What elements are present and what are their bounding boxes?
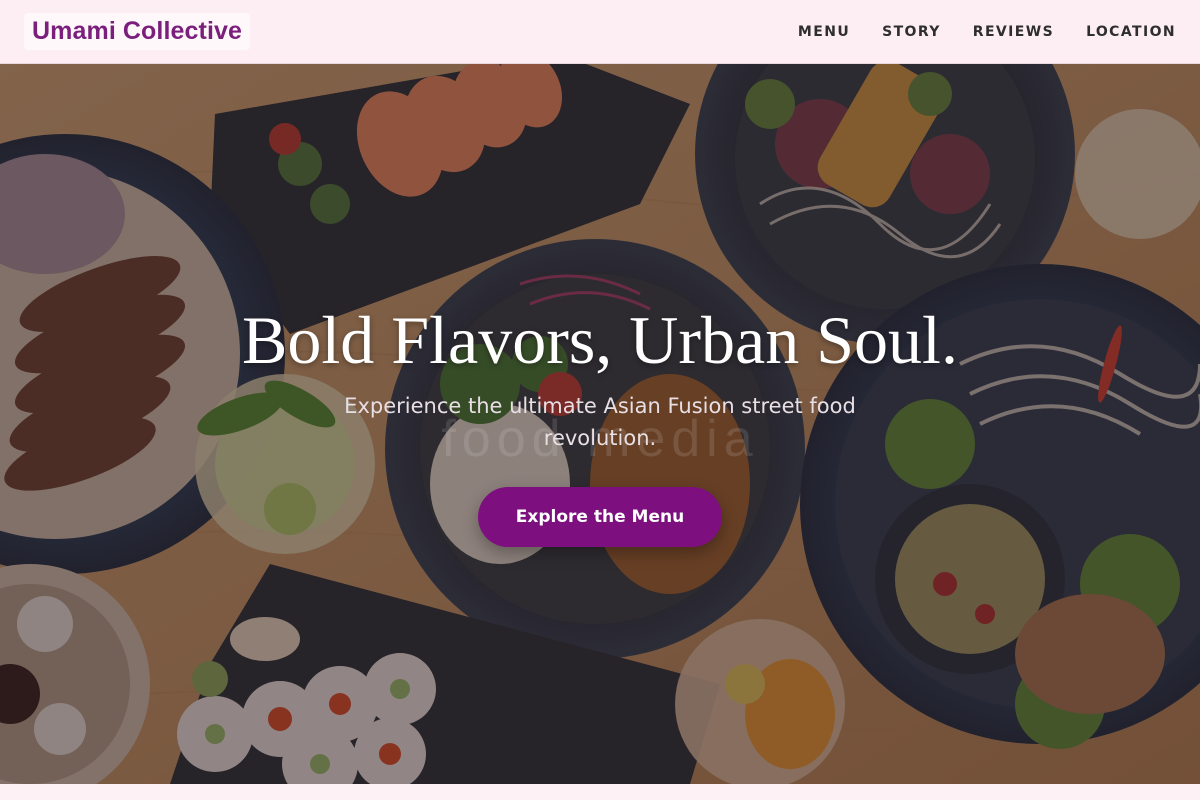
brand-logo[interactable]: Umami Collective (24, 13, 251, 50)
hero-subtitle: Experience the ultimate Asian Fusion str… (344, 394, 856, 450)
top-navbar: Umami Collective MENU STORY REVIEWS LOCA… (0, 0, 1200, 64)
nav-links: MENU STORY REVIEWS LOCATION (798, 0, 1176, 63)
explore-menu-button[interactable]: Explore the Menu (478, 487, 722, 547)
hero-title: Bold Flavors, Urban Soul. (242, 302, 958, 378)
nav-link-location[interactable]: LOCATION (1086, 24, 1176, 40)
hero-content: food media Bold Flavors, Urban Soul. Exp… (0, 64, 1200, 784)
hero-section: food media Bold Flavors, Urban Soul. Exp… (0, 64, 1200, 784)
nav-link-reviews[interactable]: REVIEWS (973, 24, 1054, 40)
page-bottom-strip (0, 784, 1200, 800)
nav-link-story[interactable]: STORY (882, 24, 941, 40)
nav-link-menu[interactable]: MENU (798, 24, 850, 40)
